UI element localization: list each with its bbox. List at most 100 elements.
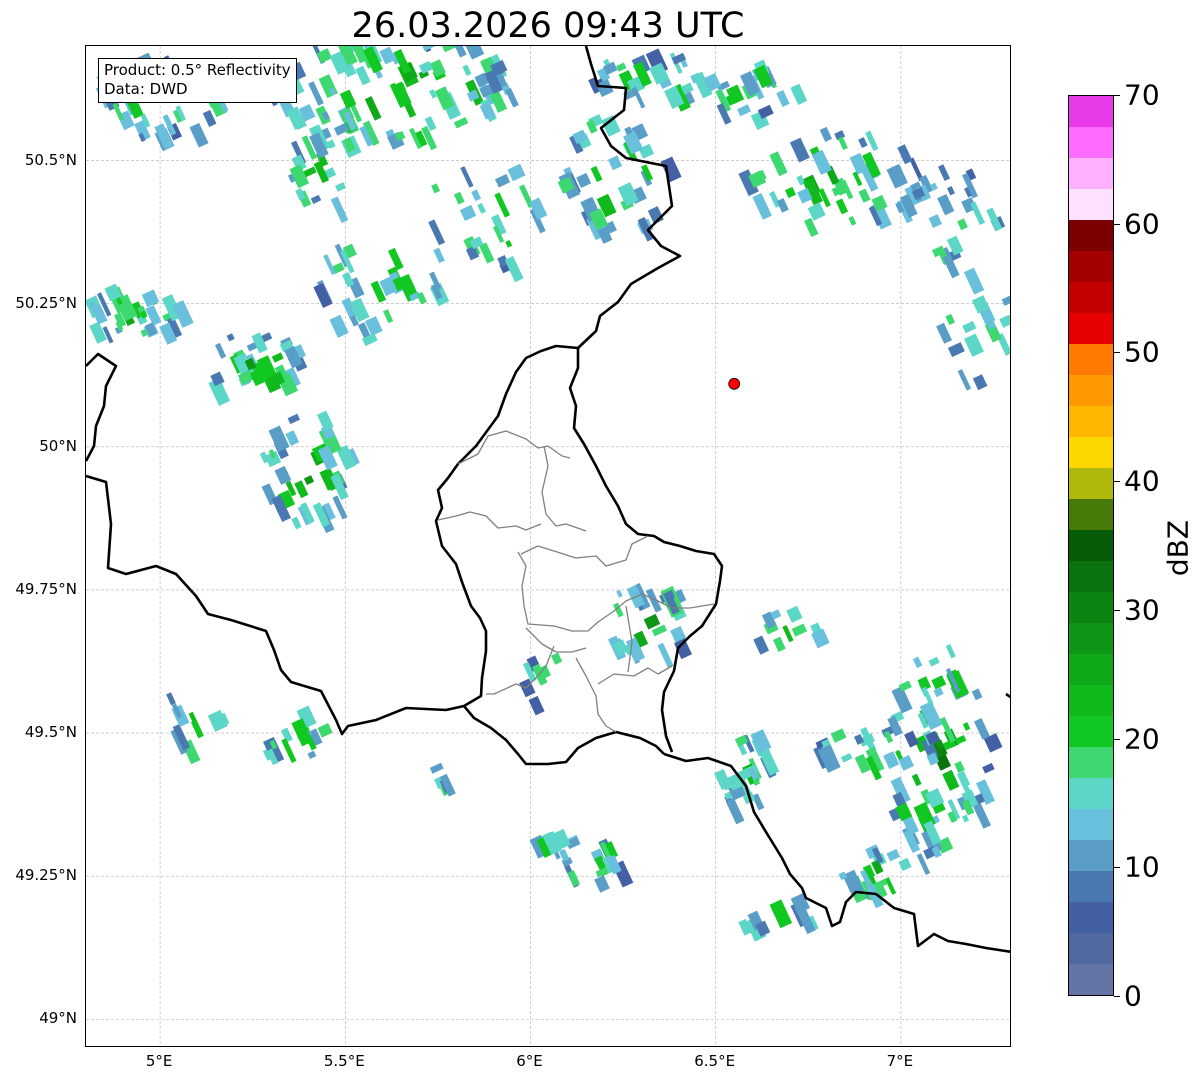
echo-cell: [945, 313, 956, 326]
echo-cell: [494, 192, 511, 218]
echo-cell: [471, 189, 481, 202]
data-source-text: Data: DWD: [104, 80, 188, 98]
echo-cell: [936, 322, 953, 344]
echo-cell: [145, 305, 162, 326]
echo-cell: [429, 89, 437, 99]
echo-cell: [858, 188, 871, 203]
echo-cell: [835, 198, 849, 215]
echo-cell: [214, 342, 227, 359]
colorbar-swatch: [1069, 561, 1113, 592]
echo-cell: [803, 217, 819, 237]
echo-cell: [945, 644, 956, 659]
colorbar-swatch: [1069, 96, 1113, 127]
echo-cell: [505, 87, 519, 108]
echo-cell: [886, 848, 901, 862]
colorbar: [1068, 95, 1114, 996]
echo-cell: [1001, 295, 1010, 306]
echo-cell: [303, 475, 315, 486]
echo-cell: [962, 320, 977, 334]
colorbar-swatch: [1069, 344, 1113, 375]
echo-cell: [590, 165, 603, 183]
echo-cell: [752, 192, 772, 220]
echo-cell: [329, 314, 349, 338]
echo-cell: [436, 46, 457, 53]
echo-cell: [313, 282, 333, 309]
echo-cell: [330, 196, 349, 223]
echo-cell: [789, 137, 810, 163]
colorbar-tick: [1114, 95, 1120, 96]
echo-cell: [791, 623, 808, 637]
colorbar-swatch: [1069, 251, 1113, 282]
echo-cell: [970, 201, 985, 226]
info-box: Product: 0.5° Reflectivity Data: DWD: [98, 58, 297, 103]
colorbar-tick-label: 60: [1124, 207, 1160, 241]
echo-cell: [645, 588, 662, 613]
echo-cell: [550, 652, 563, 665]
radar-map[interactable]: Product: 0.5° Reflectivity Data: DWD: [85, 45, 1011, 1047]
echo-cell: [982, 762, 995, 774]
lon-tick-label: 7°E: [886, 1052, 914, 1070]
echo-cell: [477, 202, 486, 214]
colorbar-swatch: [1069, 902, 1113, 933]
echo-cell: [973, 802, 991, 829]
echo-cell: [897, 144, 913, 165]
echo-cell: [271, 352, 284, 363]
echo-cell: [964, 333, 984, 357]
colorbar-swatch: [1069, 747, 1113, 778]
echo-cell: [840, 752, 853, 763]
lat-tick-label: 50.5°N: [24, 150, 77, 169]
reflectivity-echoes: [86, 46, 1010, 942]
echo-cell: [317, 722, 333, 738]
colorbar-tick-label: 70: [1124, 78, 1160, 112]
echo-cell: [957, 369, 972, 391]
colorbar-swatch: [1069, 623, 1113, 654]
echo-cell: [972, 374, 988, 391]
echo-cell: [567, 870, 581, 887]
radar-site-marker[interactable]: [728, 377, 741, 390]
colorbar-swatch: [1069, 778, 1113, 809]
echo-cell: [505, 239, 513, 248]
echo-cell: [790, 83, 808, 105]
lon-tick-label: 5°E: [145, 1052, 173, 1070]
colorbar-swatch: [1069, 406, 1113, 437]
colorbar-tick: [1114, 609, 1120, 611]
echo-cell: [933, 687, 944, 698]
colorbar-swatch: [1069, 809, 1113, 840]
border-luxembourg-north: [568, 348, 724, 753]
echo-cell: [607, 155, 623, 171]
admin-boundaries: [437, 430, 715, 733]
echo-cell: [971, 688, 983, 701]
echo-cell: [494, 174, 511, 188]
echo-cell: [323, 254, 336, 276]
colorbar-swatch: [1069, 127, 1113, 158]
echo-cell: [89, 321, 107, 344]
echo-cell: [942, 769, 960, 791]
echo-cell: [528, 695, 545, 716]
colorbar-swatch: [1069, 437, 1113, 468]
echo-cell: [884, 877, 897, 895]
echo-cell: [753, 635, 770, 655]
echo-cell: [318, 74, 338, 99]
echo-cell: [291, 516, 302, 530]
border-luxembourg-south: [463, 705, 665, 766]
lon-tick-label: 5.5°E: [323, 1052, 365, 1070]
colorbar-swatch: [1069, 189, 1113, 220]
colorbar-tick-label: 50: [1124, 335, 1160, 369]
echo-cell: [576, 172, 592, 189]
echo-cell: [166, 692, 176, 706]
product-text: Product: 0.5° Reflectivity: [104, 61, 291, 79]
echo-cell: [643, 613, 661, 630]
echo-cell: [364, 96, 382, 121]
echo-cell: [268, 425, 290, 453]
echo-cell: [911, 773, 922, 787]
colorbar-swatch: [1069, 840, 1113, 871]
echo-cell: [725, 797, 745, 825]
echo-cell: [189, 122, 209, 148]
lat-tick-label: 49°N: [39, 1009, 77, 1028]
echo-cell: [418, 60, 433, 74]
map-canvas[interactable]: [86, 46, 1011, 1047]
echo-cell: [999, 314, 1010, 328]
echo-cell: [428, 219, 446, 246]
colorbar-tick: [1114, 481, 1120, 483]
lat-tick-label: 49.5°N: [24, 723, 77, 742]
